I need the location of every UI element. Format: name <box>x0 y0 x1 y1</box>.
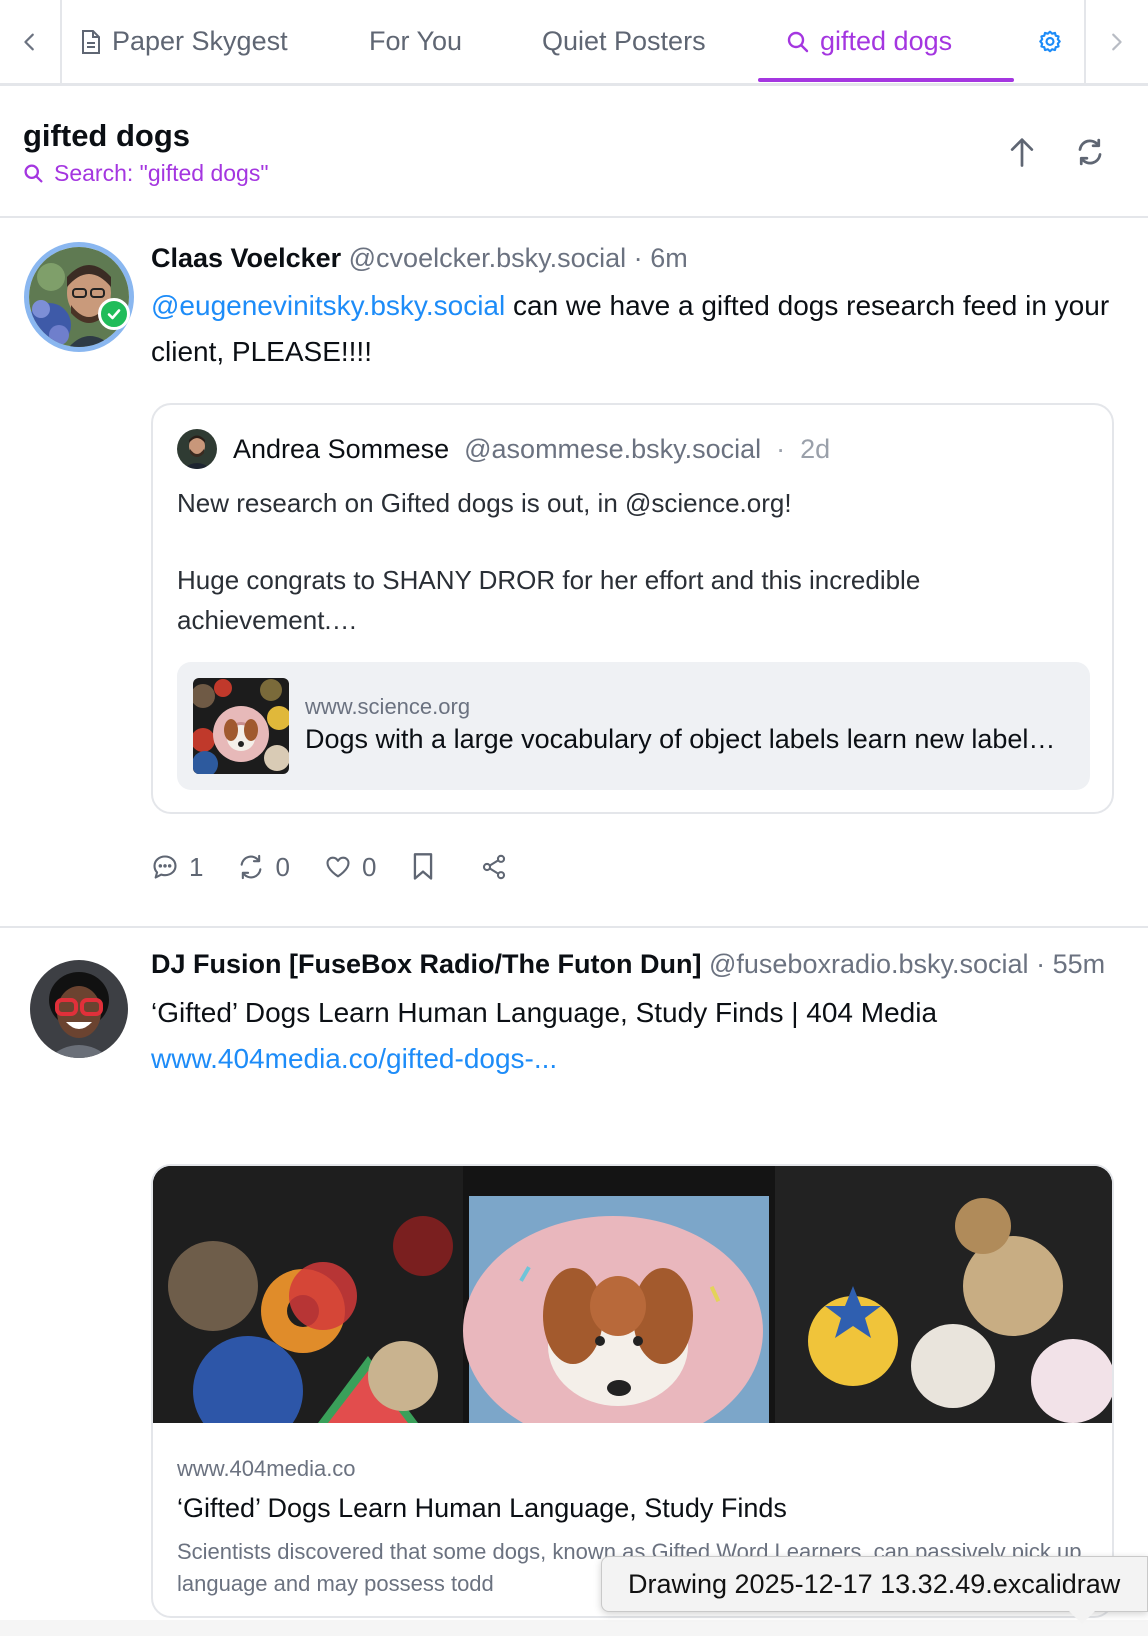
refresh-icon <box>1078 138 1102 166</box>
avatar-photo <box>29 247 129 347</box>
embed-domain: www.404media.co <box>177 1456 356 1481</box>
repost-count: 0 <box>275 851 290 882</box>
arrow-up-icon <box>1010 138 1034 167</box>
document-icon <box>82 29 100 54</box>
repost-icon <box>241 854 262 880</box>
tab-label: Quiet Posters <box>542 26 706 56</box>
avatar[interactable] <box>30 960 128 1058</box>
refresh-button[interactable] <box>1068 130 1112 174</box>
avatar-photo <box>30 960 128 1058</box>
heart-icon <box>326 856 350 878</box>
mention-link[interactable]: @eugenevinitsky.bsky.social <box>151 290 505 321</box>
quote-text-line: New research on Gifted dogs is out, in @… <box>177 488 792 518</box>
verified-badge <box>98 298 130 330</box>
link-card-title: Dogs with a large vocabulary of object l… <box>305 724 1065 754</box>
search-icon <box>24 164 43 183</box>
feed-header: gifted dogs Search: "gifted dogs" <box>0 86 1148 218</box>
author-name[interactable]: DJ Fusion [FuseBox Radio/The Futon Dun] <box>151 949 701 979</box>
avatar[interactable] <box>177 429 217 469</box>
share-button[interactable] <box>480 853 518 881</box>
author-handle[interactable]: @cvoelcker.bsky.social <box>349 243 627 273</box>
link-card[interactable]: www.science.org Dogs with a large vocabu… <box>177 662 1090 790</box>
tab-label: gifted dogs <box>820 26 953 56</box>
feed-title: gifted dogs <box>23 118 191 153</box>
tab-label: For You <box>369 26 463 56</box>
gear-icon <box>1039 30 1061 53</box>
post-text: ‘Gifted’ Dogs Learn Human Language, Stud… <box>151 997 938 1028</box>
author-name[interactable]: Claas Voelcker <box>151 243 341 273</box>
feed-tab-bar: Paper Skygest For You Quiet Posters gift… <box>0 0 1148 86</box>
quote-text: New research on Gifted dogs is out, in @… <box>177 483 1088 640</box>
avatar-photo <box>177 429 217 469</box>
meta-separator: · <box>776 434 786 464</box>
search-icon <box>787 31 809 52</box>
window-bottom-edge <box>0 1620 1148 1636</box>
quote-author-handle[interactable]: @asommese.bsky.social <box>464 434 761 464</box>
external-embed-card[interactable]: www.404media.co ‘Gifted’ Dogs Learn Huma… <box>151 1164 1114 1618</box>
bookmark-button[interactable] <box>410 852 446 882</box>
active-tab-indicator <box>758 78 1014 82</box>
quote-meta: Andrea Sommese @asommese.bsky.social · 2… <box>233 425 830 473</box>
post-meta: Claas Voelcker @cvoelcker.bsky.social · … <box>151 234 1114 282</box>
checkmark-icon <box>107 309 121 320</box>
like-count: 0 <box>361 851 377 882</box>
scroll-tabs-right-button[interactable] <box>1084 0 1146 83</box>
quote-text-line: Huge congrats to SHANY DROR for her effo… <box>177 565 921 635</box>
scroll-tabs-left-button[interactable] <box>0 0 62 83</box>
scroll-to-top-button[interactable] <box>1000 130 1044 174</box>
file-tooltip: Drawing 2025-12-17 13.32.49.excalidraw <box>601 1556 1148 1612</box>
comment-icon <box>153 855 177 879</box>
like-button[interactable]: 0 <box>324 852 376 883</box>
tab-for-you[interactable]: For You <box>369 0 462 83</box>
post-divider <box>0 926 1148 928</box>
feed-search-query: Search: "gifted dogs" <box>23 160 269 187</box>
meta-separator: · <box>633 243 643 273</box>
share-icon <box>483 854 506 880</box>
quote-time: 2d <box>800 434 831 464</box>
tab-label: Paper Skygest <box>112 26 288 56</box>
quote-author-name[interactable]: Andrea Sommese <box>233 434 449 464</box>
post-time[interactable]: 6m <box>650 243 688 273</box>
link-card-thumbnail <box>193 678 289 774</box>
embed-title: ‘Gifted’ Dogs Learn Human Language, Stud… <box>177 1493 787 1523</box>
post-content: Claas Voelcker @cvoelcker.bsky.social · … <box>151 234 1114 375</box>
post-time[interactable]: 55m <box>1053 949 1106 979</box>
tooltip-arrow <box>1068 1610 1096 1624</box>
post-meta: DJ Fusion [FuseBox Radio/The Futon Dun] … <box>151 940 1114 988</box>
embed-thumbnail <box>153 1166 1112 1423</box>
link-card-domain: www.science.org <box>305 694 471 719</box>
reply-count: 1 <box>189 851 204 882</box>
quoted-post[interactable]: Andrea Sommese @asommese.bsky.social · 2… <box>151 403 1114 814</box>
post-text: @eugenevinitsky.bsky.social can we have … <box>151 283 1114 375</box>
tab-gifted-dogs[interactable]: gifted dogs <box>786 0 952 83</box>
avatar[interactable] <box>24 242 134 352</box>
feed-subtitle: Search: "gifted dogs" <box>54 160 269 186</box>
post-actions: 1 0 0 <box>151 847 552 887</box>
reply-button[interactable]: 1 <box>151 852 203 883</box>
repost-button[interactable]: 0 <box>237 851 290 883</box>
external-link[interactable]: www.404media.co/gifted-dogs-... <box>151 1036 1114 1082</box>
tab-quiet-posters[interactable]: Quiet Posters <box>542 0 706 83</box>
author-handle[interactable]: @fuseboxradio.bsky.social <box>709 949 1029 979</box>
chevron-left-icon <box>24 33 34 50</box>
chevron-right-icon <box>1112 33 1122 50</box>
meta-separator: · <box>1036 949 1046 979</box>
feed-settings-button[interactable] <box>1034 26 1066 58</box>
post-content: DJ Fusion [FuseBox Radio/The Futon Dun] … <box>151 940 1114 1082</box>
bookmark-icon <box>414 853 433 880</box>
tab-paper-skygest[interactable]: Paper Skygest <box>80 0 288 83</box>
